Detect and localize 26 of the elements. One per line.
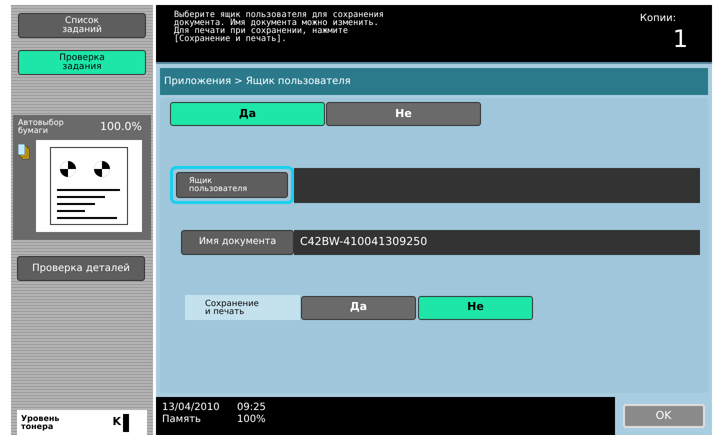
zoom-value: 100.0% [100,119,143,135]
sidebar-button[interactable]: Проверка задания [18,50,146,75]
copies-label: Копии: [640,12,677,26]
option-button[interactable]: Да [301,296,416,320]
memory-label: Память [162,414,202,426]
memory-value: 100% [237,414,267,426]
option-button[interactable]: Да [170,102,325,126]
save-and-print-label: Сохранение и печать [185,295,300,320]
option-button[interactable]: Не [418,296,533,320]
sidebar-button[interactable]: Список заданий [18,13,146,38]
status-date: 13/04/2010 [162,402,221,414]
toner-code: K [112,414,121,430]
breadcrumb: Приложения > Ящик пользователя [160,68,708,95]
paper-label: Автовыбор бумаги [18,119,64,136]
user-box-field[interactable] [294,168,700,202]
toner-label: Уровень тонера [21,414,60,430]
document-name-button[interactable]: Имя документа [181,230,294,255]
ok-button[interactable]: OK [622,404,704,428]
user-box-button[interactable]: Ящик пользователя [176,172,288,198]
copies-stack-icon [18,144,30,160]
copies-count: 1 [672,26,688,52]
details-button[interactable]: Проверка деталей [17,256,145,280]
option-button[interactable]: Не [326,102,481,126]
document-name-field[interactable]: C42BW-410041309250 [294,230,700,255]
instruction-message: Выберите ящик пользователя для сохранения документа. Имя документа можно изменить. Для печати при сохранении, нажмите [Сохранение и печать]. [174,11,384,46]
status-time: 09:25 [237,402,267,414]
